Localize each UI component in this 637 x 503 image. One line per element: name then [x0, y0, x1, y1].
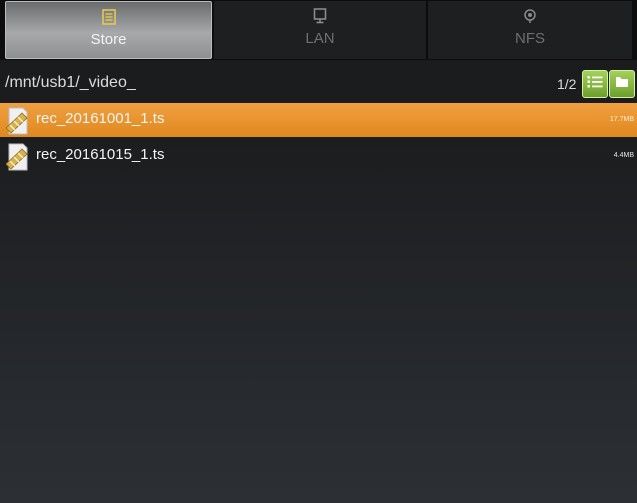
file-size: 17.7MB: [609, 116, 634, 123]
tab-store[interactable]: Store: [5, 1, 212, 59]
monitor-icon: [311, 7, 329, 25]
list-view-button[interactable]: [582, 70, 608, 98]
list-icon: [100, 8, 118, 26]
tab-nfs[interactable]: NFS: [428, 1, 632, 59]
list-view-icon: [587, 75, 603, 94]
tab-store-label: Store: [90, 31, 127, 48]
tab-lan-label: LAN: [305, 30, 335, 47]
video-file-icon: [5, 104, 30, 136]
source-tab-bar: Store LAN NFS: [0, 0, 637, 60]
file-name: rec_20161001_1.ts: [36, 110, 165, 127]
network-icon: [521, 7, 539, 25]
folder-icon: [615, 75, 629, 93]
video-file-icon: [5, 140, 30, 172]
path-bar: /mnt/usb1/_video_ 1/2: [0, 70, 637, 100]
file-name: rec_20161015_1.ts: [36, 146, 165, 163]
file-size: 4.4MB: [613, 152, 634, 159]
folder-button[interactable]: [609, 70, 635, 98]
tab-lan[interactable]: LAN: [214, 1, 426, 59]
current-path: /mnt/usb1/_video_: [5, 74, 136, 91]
file-browser-window: Store LAN NFS /mnt/usb1/_video_ 1/2 rec_…: [0, 0, 637, 503]
file-row[interactable]: rec_20161001_1.ts 17.7MB: [0, 103, 637, 137]
file-row[interactable]: rec_20161015_1.ts 4.4MB: [0, 139, 637, 173]
tab-nfs-label: NFS: [515, 30, 545, 47]
page-indicator: 1/2: [557, 76, 577, 92]
